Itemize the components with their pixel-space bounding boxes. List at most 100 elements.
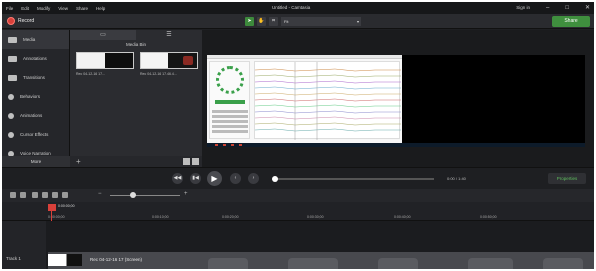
track-header[interactable]: Track 1 xyxy=(2,221,46,269)
menu-edit[interactable]: Edit xyxy=(17,6,33,11)
menu-view[interactable]: View xyxy=(54,6,72,11)
paste-icon[interactable] xyxy=(52,192,58,198)
ruler-tick: 0:00:10;00 xyxy=(152,215,169,219)
add-media-icon[interactable]: + xyxy=(76,157,81,166)
sidebar-item-label: Cursor Effects xyxy=(20,132,49,137)
sidebar-item-annotations[interactable]: Annotations xyxy=(2,49,69,68)
screen-toolbar xyxy=(207,55,402,59)
share-label: Share xyxy=(564,18,578,24)
maximize-button[interactable]: □ xyxy=(565,5,569,11)
menu-share[interactable]: Share xyxy=(72,6,92,11)
sidebar-item-label: Media xyxy=(23,37,36,42)
tab-media-bin[interactable]: ▭ xyxy=(70,30,136,40)
zoom-out-icon[interactable]: − xyxy=(98,191,102,197)
media-item[interactable]: Rec 04-12-16 17... xyxy=(76,52,134,76)
timeline-zoom-slider[interactable] xyxy=(110,195,180,196)
share-button[interactable]: Share xyxy=(552,16,590,27)
sidebar-item-cursor-effects[interactable]: Cursor Effects xyxy=(2,125,69,144)
annotations-icon xyxy=(8,55,17,62)
toolbar: Record ➤ ✋ ⌗ Fit Share xyxy=(2,14,594,29)
audio-waveform xyxy=(543,258,583,269)
more-button[interactable]: More xyxy=(2,156,70,167)
clip-label: Rec 04-12-16 17 (Screen) xyxy=(90,257,143,262)
pan-tool-icon[interactable]: ✋ xyxy=(257,17,266,26)
media-icon xyxy=(8,36,17,43)
properties-label: Properties xyxy=(556,176,578,181)
playback-controls: ◀◀ ▮◀ ▶ ‹ › 0:00 / 1:40 Properties xyxy=(2,167,594,189)
media-bin-title: Media Bin xyxy=(125,42,146,47)
ruler-tick: 0:00:50;00 xyxy=(480,215,497,219)
sign-in-link[interactable]: Sign in xyxy=(516,5,530,10)
tab-library[interactable]: ☰ xyxy=(136,30,202,40)
timeline-clip[interactable]: Rec 04-12-16 17 (Screen) xyxy=(48,252,594,269)
previous-frame-icon[interactable]: ▮◀ xyxy=(190,173,201,184)
grid-view-icon[interactable] xyxy=(192,158,199,165)
scrubber-handle[interactable] xyxy=(272,176,278,182)
media-item-label: Rec 04-12-16 17... xyxy=(76,72,105,76)
menu-modify[interactable]: Modify xyxy=(33,6,54,11)
list-view-icon[interactable] xyxy=(183,158,190,165)
timeline-zoom-handle[interactable] xyxy=(130,192,136,198)
tools-sidebar: Media Annotations Transitions Behaviors … xyxy=(2,30,70,167)
cut-icon[interactable] xyxy=(32,192,38,198)
video-preview[interactable] xyxy=(207,55,585,147)
sidebar-item-transitions[interactable]: Transitions xyxy=(2,68,69,87)
recorded-taskbar xyxy=(207,143,585,147)
properties-button[interactable]: Properties xyxy=(548,173,586,184)
record-icon xyxy=(7,17,15,25)
bin-footer: + xyxy=(70,156,202,167)
sidebar-item-behaviors[interactable]: Behaviors xyxy=(2,87,69,106)
pointer-tool-icon[interactable]: ➤ xyxy=(245,17,254,26)
timeline-tracks: Track 1 Rec 04-12-16 17 (Screen) xyxy=(2,221,594,269)
copy-icon[interactable] xyxy=(42,192,48,198)
step-back-icon[interactable]: ◀◀ xyxy=(172,173,183,184)
redo-icon[interactable] xyxy=(20,192,26,198)
signal-traces xyxy=(254,62,401,140)
menu-help[interactable]: Help xyxy=(92,6,109,11)
canvas[interactable] xyxy=(202,30,594,167)
menu-file[interactable]: File xyxy=(2,6,17,11)
track-name: Track 1 xyxy=(6,256,21,261)
undo-icon[interactable] xyxy=(10,192,16,198)
crop-tool-icon[interactable]: ⌗ xyxy=(269,17,278,26)
minimize-button[interactable]: – xyxy=(546,5,549,11)
record-label: Record xyxy=(18,18,35,24)
sidebar-item-media[interactable]: Media xyxy=(2,30,69,49)
rewind-icon[interactable]: ‹ xyxy=(230,173,241,184)
timeline-toolbar: − + xyxy=(2,189,594,202)
cursor-effects-icon xyxy=(8,131,14,138)
bin-tabs: ▭ ☰ xyxy=(70,30,202,40)
camtasia-window: File Edit Modify View Share Help Untitle… xyxy=(2,2,594,269)
signal-plot xyxy=(254,61,401,140)
play-icon[interactable]: ▶ xyxy=(207,171,222,186)
recorded-screen xyxy=(207,55,402,147)
split-icon[interactable] xyxy=(62,192,68,198)
playhead-handle[interactable] xyxy=(48,204,56,211)
scrubber-track[interactable] xyxy=(274,178,434,180)
animations-icon xyxy=(8,112,14,119)
ruler-tick: 0:00:30;00 xyxy=(307,215,324,219)
media-thumbnail xyxy=(76,52,134,69)
view-toggle xyxy=(183,158,199,165)
screen-left-panel xyxy=(209,61,250,139)
forward-icon[interactable]: › xyxy=(248,173,259,184)
playhead-time: 0:00:00;00 xyxy=(58,204,75,208)
window-title: Untitled - Camtasia xyxy=(272,5,311,10)
record-button[interactable]: Record xyxy=(7,17,34,25)
media-thumbnail xyxy=(140,52,198,69)
transitions-icon xyxy=(8,74,17,81)
timeline-ruler[interactable]: 0:00:00;00 0:00:00;00 0:00:10;00 0:00:20… xyxy=(2,202,594,221)
sidebar-item-animations[interactable]: Animations xyxy=(2,106,69,125)
audio-waveform xyxy=(288,258,338,269)
audio-waveform xyxy=(468,258,513,269)
zoom-select[interactable]: Fit xyxy=(281,17,361,26)
audio-waveform xyxy=(208,258,248,269)
media-item[interactable]: Rec 04-12-16 17.46.4... xyxy=(140,52,198,76)
sidebar-item-label: Annotations xyxy=(23,56,47,61)
zoom-in-icon[interactable]: + xyxy=(184,191,188,197)
media-list: Rec 04-12-16 17... Rec 04-12-16 17.46.4.… xyxy=(70,49,202,79)
close-button[interactable]: ✕ xyxy=(585,4,590,11)
sidebar-item-label: Transitions xyxy=(23,75,45,80)
clip-thumbnail xyxy=(48,254,82,266)
canvas-tools: ➤ ✋ ⌗ Fit xyxy=(245,17,361,26)
